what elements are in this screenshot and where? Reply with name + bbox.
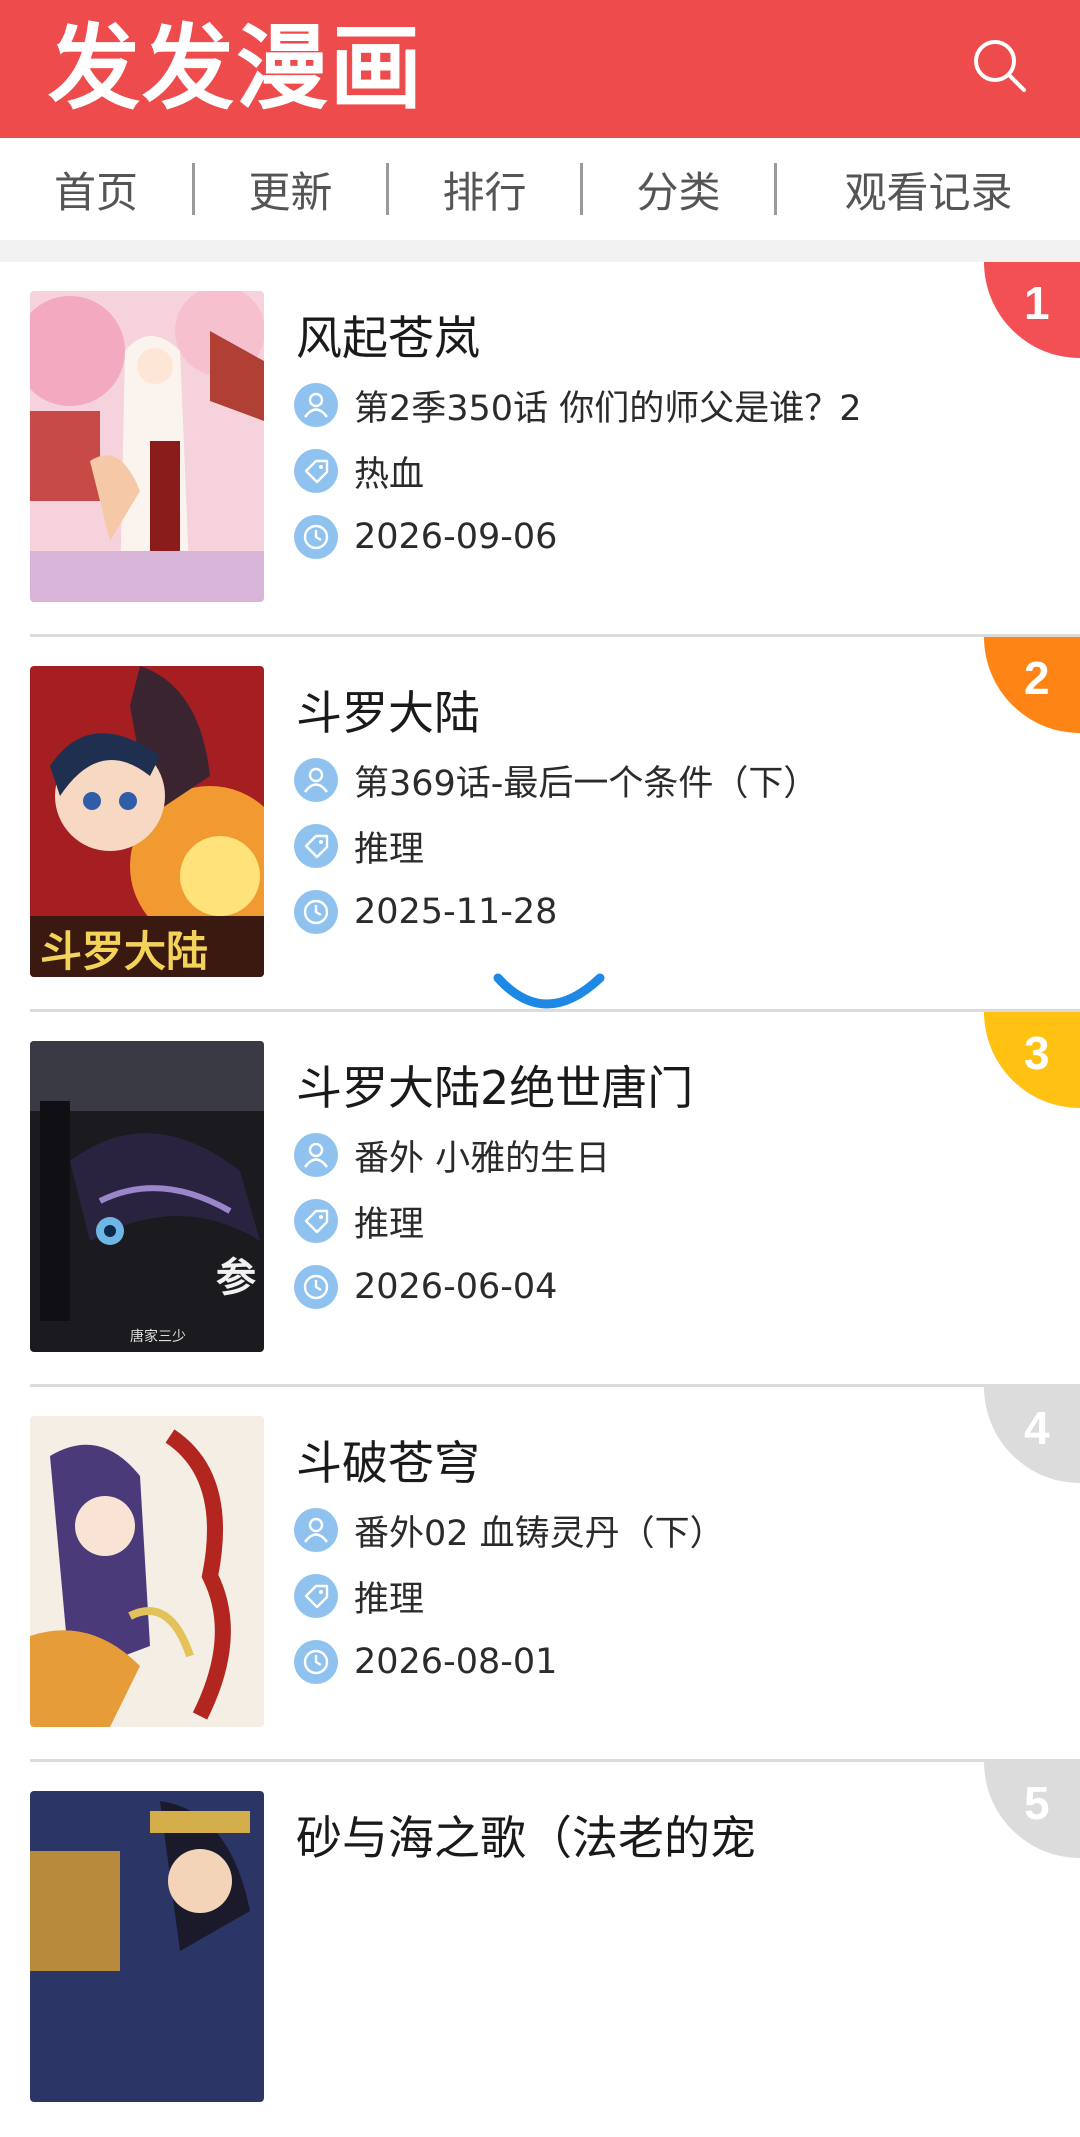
list-item[interactable]: 风起苍岚 第2季350话 你们的师父是谁？2 热血 2026-09-06 1 xyxy=(0,262,1080,637)
comic-title[interactable]: 斗破苍穹 xyxy=(296,1433,480,1493)
update-date: 2025-11-28 xyxy=(294,889,557,935)
rank-number: 4 xyxy=(1024,1402,1050,1454)
list-item[interactable]: 斗罗大陆 斗罗大陆 第369话-最后一个条件（下） 推理 2025-11-28 … xyxy=(0,637,1080,1012)
user-icon xyxy=(294,1508,338,1552)
clock-icon xyxy=(294,1265,338,1309)
rank-number: 5 xyxy=(1024,1777,1050,1829)
comic-title[interactable]: 斗罗大陆2绝世唐门 xyxy=(296,1058,693,1118)
nav-label: 首页 xyxy=(53,167,138,217)
section-gap xyxy=(0,240,1080,262)
rank-badge: 3 xyxy=(984,1012,1080,1108)
svg-text:斗罗大陆: 斗罗大陆 xyxy=(40,927,208,976)
clock-icon xyxy=(294,890,338,934)
loading-spinner xyxy=(490,970,610,1030)
comic-cover[interactable]: 斗罗大陆 xyxy=(30,666,264,977)
nav-ranking[interactable]: 排行 xyxy=(389,138,580,240)
chapter-text: 番外 小雅的生日 xyxy=(354,1138,611,1179)
svg-text:参: 参 xyxy=(216,1255,256,1301)
rank-badge: 1 xyxy=(984,262,1080,358)
comic-title[interactable]: 风起苍岚 xyxy=(296,308,480,368)
rank-number: 1 xyxy=(1024,277,1050,329)
list-item[interactable]: 砂与海之歌（法老的宠 5 xyxy=(0,1762,1080,2137)
app-logo[interactable]: 发发漫画 xyxy=(48,14,424,124)
comic-cover[interactable] xyxy=(30,1791,264,2102)
nav-categories[interactable]: 分类 xyxy=(583,138,774,240)
rank-badge: 5 xyxy=(984,1762,1080,1858)
nav-history[interactable]: 观看记录 xyxy=(777,138,1080,240)
comic-title[interactable]: 斗罗大陆 xyxy=(296,683,480,743)
latest-chapter: 第369话-最后一个条件（下） xyxy=(294,757,819,804)
tag-icon xyxy=(294,1574,338,1618)
user-icon xyxy=(294,1133,338,1177)
latest-chapter: 第2季350话 你们的师父是谁？2 xyxy=(294,382,862,429)
chapter-text: 第2季350话 你们的师父是谁？2 xyxy=(354,388,862,429)
nav-home[interactable]: 首页 xyxy=(0,138,192,240)
genre: 推理 xyxy=(294,1198,425,1245)
genre: 推理 xyxy=(294,1573,425,1620)
tag-icon xyxy=(294,1199,338,1243)
nav-label: 排行 xyxy=(442,167,527,217)
clock-icon xyxy=(294,515,338,559)
ranking-list: 风起苍岚 第2季350话 你们的师父是谁？2 热血 2026-09-06 1 斗… xyxy=(0,262,1080,2137)
date-text: 2026-06-04 xyxy=(354,1267,558,1307)
user-icon xyxy=(294,758,338,802)
date-text: 2026-08-01 xyxy=(354,1642,558,1682)
svg-text:唐家三少: 唐家三少 xyxy=(130,1328,186,1345)
comic-cover[interactable] xyxy=(30,291,264,602)
comic-cover[interactable] xyxy=(30,1416,264,1727)
latest-chapter: 番外 小雅的生日 xyxy=(294,1132,611,1179)
tag-icon xyxy=(294,449,338,493)
chapter-text: 番外02 血铸灵丹（下） xyxy=(354,1513,725,1554)
user-icon xyxy=(294,383,338,427)
update-date: 2026-06-04 xyxy=(294,1264,557,1310)
chapter-text: 第369话-最后一个条件（下） xyxy=(354,763,819,804)
clock-icon xyxy=(294,1640,338,1684)
top-nav: 首页 更新 排行 分类 观看记录 xyxy=(0,138,1080,240)
tag-icon xyxy=(294,824,338,868)
rank-number: 3 xyxy=(1024,1027,1050,1079)
rank-badge: 4 xyxy=(984,1387,1080,1483)
update-date: 2026-09-06 xyxy=(294,514,557,560)
genre: 推理 xyxy=(294,823,425,870)
update-date: 2026-08-01 xyxy=(294,1639,557,1685)
rank-badge: 2 xyxy=(984,637,1080,733)
comic-cover[interactable]: 参 唐家三少 xyxy=(30,1041,264,1352)
genre-text: 推理 xyxy=(354,1204,425,1245)
genre-text: 推理 xyxy=(354,829,425,870)
genre-text: 推理 xyxy=(354,1579,425,1620)
comic-title[interactable]: 砂与海之歌（法老的宠 xyxy=(296,1808,756,1868)
genre: 热血 xyxy=(294,448,425,495)
list-item[interactable]: 参 唐家三少 斗罗大陆2绝世唐门 番外 小雅的生日 推理 2026-06-04 … xyxy=(0,1012,1080,1387)
nav-updates[interactable]: 更新 xyxy=(195,138,386,240)
search-icon[interactable] xyxy=(968,34,1032,98)
nav-label: 观看记录 xyxy=(844,167,1013,217)
nav-label: 分类 xyxy=(636,167,721,217)
date-text: 2026-09-06 xyxy=(354,517,558,557)
latest-chapter: 番外02 血铸灵丹（下） xyxy=(294,1507,725,1554)
rank-number: 2 xyxy=(1024,652,1050,704)
list-item[interactable]: 斗破苍穹 番外02 血铸灵丹（下） 推理 2026-08-01 4 xyxy=(0,1387,1080,1762)
genre-text: 热血 xyxy=(354,454,425,495)
app-header: 发发漫画 xyxy=(0,0,1080,138)
date-text: 2025-11-28 xyxy=(354,892,558,932)
nav-label: 更新 xyxy=(248,167,333,217)
